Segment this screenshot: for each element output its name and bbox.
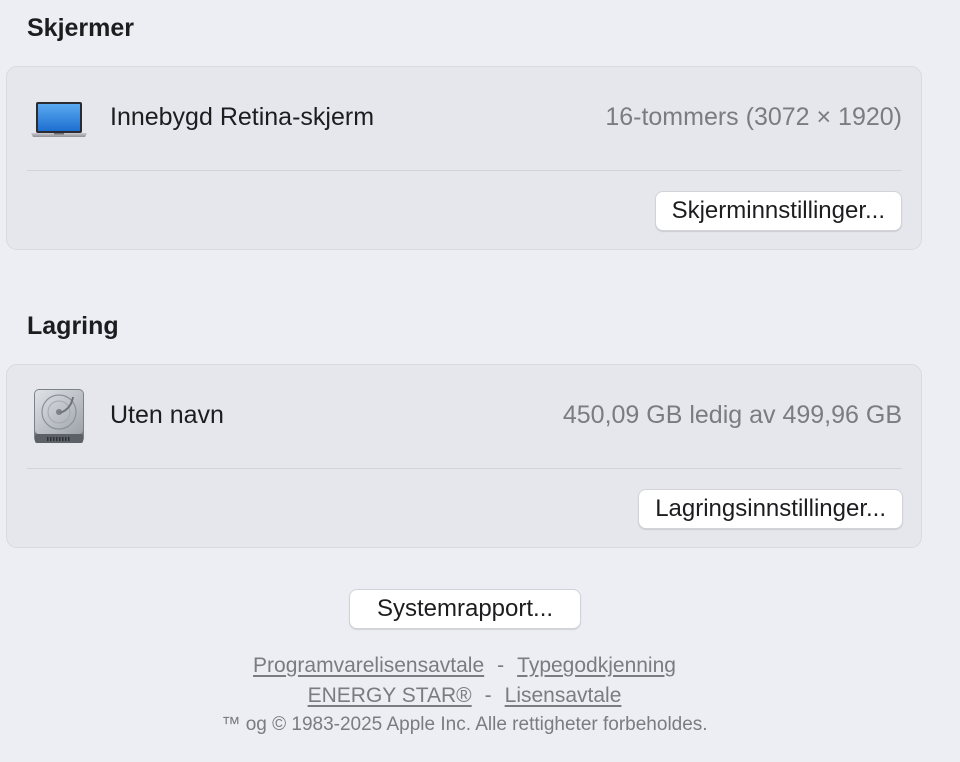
displays-panel: Innebygd Retina-skjerm 16-tommers (3072 … — [6, 66, 922, 250]
license-agreement-link[interactable]: Lisensavtale — [505, 684, 622, 707]
storage-section-title: Lagring — [27, 312, 119, 340]
copyright-text: ™ og © 1983-2025 Apple Inc. Alle rettigh… — [221, 714, 708, 735]
divider — [27, 170, 902, 171]
energy-star-link[interactable]: ENERGY STAR® — [308, 684, 472, 707]
storage-panel: Uten navn 450,09 GB ledig av 499,96 GB L… — [6, 364, 922, 548]
displays-section-title: Skjermer — [27, 14, 135, 42]
type-approval-link[interactable]: Typegodkjenning — [517, 654, 676, 677]
laptop-icon — [29, 89, 89, 149]
software-license-link[interactable]: Programvarelisensavtale — [253, 654, 484, 677]
storage-capacity: 450,09 GB ledig av 499,96 GB — [562, 401, 902, 429]
footer-links-row-1: Programvarelisensavtale - Typegodkjenning — [0, 654, 929, 678]
storage-row: Uten navn 450,09 GB ledig av 499,96 GB — [7, 365, 921, 469]
display-row: Innebygd Retina-skjerm 16-tommers (3072 … — [7, 67, 921, 171]
display-name: Innebygd Retina-skjerm — [110, 103, 375, 131]
hard-drive-icon — [29, 387, 89, 447]
footer-separator: - — [484, 684, 492, 707]
footer-separator: - — [497, 654, 505, 677]
display-settings-button[interactable]: Skjerminnstillinger... — [654, 191, 902, 231]
divider — [27, 468, 902, 469]
system-report-button[interactable]: Systemrapport... — [349, 589, 581, 629]
storage-settings-button[interactable]: Lagringsinnstillinger... — [638, 489, 903, 529]
display-resolution: 16-tommers (3072 × 1920) — [605, 103, 902, 131]
footer-links-row-2: ENERGY STAR® - Lisensavtale — [0, 684, 929, 708]
storage-name: Uten navn — [110, 401, 224, 429]
